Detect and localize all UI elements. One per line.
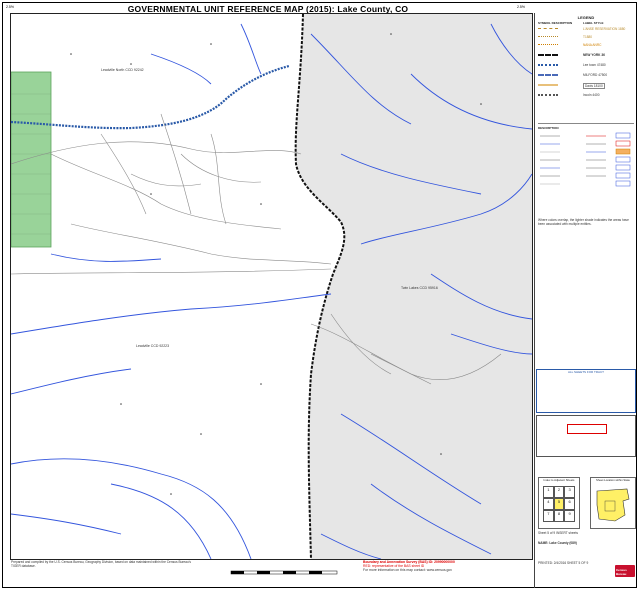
legend-row: T1880 — [538, 35, 634, 41]
legend-row: Incoln 4400 — [538, 93, 634, 99]
mcd-symbol — [538, 64, 558, 70]
incorporated-place-symbol — [538, 84, 558, 90]
corner-label-right: 2.5% — [517, 5, 525, 9]
legend-symbol-grid — [540, 132, 631, 187]
legend-row: NANA ANRC — [538, 43, 634, 49]
reservation-symbol — [538, 28, 558, 33]
index-cell[interactable]: 8 — [553, 510, 565, 522]
legend-row: L'ANSE RESERVATION 1880 — [538, 27, 634, 33]
trust-land-symbol — [538, 36, 558, 41]
map-canvas — [11, 14, 532, 559]
ccd-boundary-line — [11, 64, 290, 130]
census-logo: Census Bureau — [615, 565, 635, 577]
index-cell-current[interactable]: 5 — [553, 498, 565, 510]
index-cell[interactable]: 9 — [564, 510, 575, 522]
cdp-symbol — [538, 94, 558, 100]
stamp-box — [567, 424, 607, 434]
label-twin-lakes: Twin Lakes CCD 95916 — [401, 286, 438, 290]
consolidated-city-symbol — [538, 74, 558, 80]
map-sheet-frame: GOVERNMENTAL UNIT REFERENCE MAP (2015): … — [2, 2, 637, 588]
sheet-info-box: ALL SHEETS FOR TRACT — [536, 369, 636, 413]
legend-row: NEW YORK 36 — [538, 53, 634, 59]
federal-land-area — [11, 71, 52, 248]
certification-box — [536, 415, 636, 457]
index-cell[interactable]: 2 — [553, 486, 565, 498]
contact-line: For more information on this map contact… — [363, 568, 452, 573]
map-area[interactable]: Leadville North CCD 92242 Leadville CCD … — [10, 13, 533, 560]
legend-row: Lee town 47480 — [538, 63, 634, 69]
legend-col-symbol: SYMBOL DESCRIPTION — [538, 21, 573, 25]
corner-label-left: 2.5% — [6, 5, 14, 9]
index-heading: Index to Adjacent Sheets — [543, 478, 575, 482]
county-name-text: NAME: Lake County (089) — [538, 541, 577, 545]
footer-id-text: PRINTED: 2/4/2016 SHEET 5 OF 9 — [538, 561, 589, 565]
index-cell[interactable]: 7 — [543, 510, 554, 522]
index-cell[interactable]: 3 — [564, 486, 575, 498]
index-cell[interactable]: 6 — [564, 498, 575, 510]
state-limit-symbol — [538, 54, 558, 60]
label-leadville: Leadville CCD 92223 — [136, 344, 170, 348]
info-heading: ALL SHEETS FOR TRACT — [567, 370, 604, 374]
sheet-count-text: Sheet 5 of 9 INSERT sheets — [538, 531, 578, 535]
footer-credits: Prepared and compiled by the U.S. Census… — [11, 560, 191, 568]
footer-notes: Boundary and Annexation Survey (BAS) ID:… — [363, 560, 533, 573]
index-cell[interactable]: 1 — [543, 486, 554, 498]
index-cell[interactable]: 4 — [543, 498, 554, 510]
locator-panel: Sheet Location within State — [590, 477, 636, 529]
legend-heading: LEGEND — [577, 15, 595, 20]
locator-heading: Sheet Location within State — [596, 478, 630, 482]
anrc-symbol — [538, 44, 558, 49]
legend-abbrev-box: DESCRIPTION — [538, 123, 634, 196]
index-grid: 1 2 3 4 5 6 7 8 9 — [543, 486, 575, 522]
legend-col-style: LABEL STYLE — [583, 21, 604, 25]
index-sheets-panel: Index to Adjacent Sheets 1 2 3 4 5 6 7 8… — [538, 477, 580, 529]
label-leadville-north: Leadville North CCD 92242 — [101, 68, 144, 72]
legend-note: Where colors overlap, the lighter shade … — [538, 218, 629, 226]
scale-bar — [230, 570, 338, 575]
locator-map — [596, 488, 630, 522]
legend-row: Davis 18100 — [538, 83, 634, 89]
legend-row: MILFORD 47500 — [538, 73, 634, 79]
legend-panel: LEGEND SYMBOL DESCRIPTION LABEL STYLE L'… — [534, 13, 637, 588]
